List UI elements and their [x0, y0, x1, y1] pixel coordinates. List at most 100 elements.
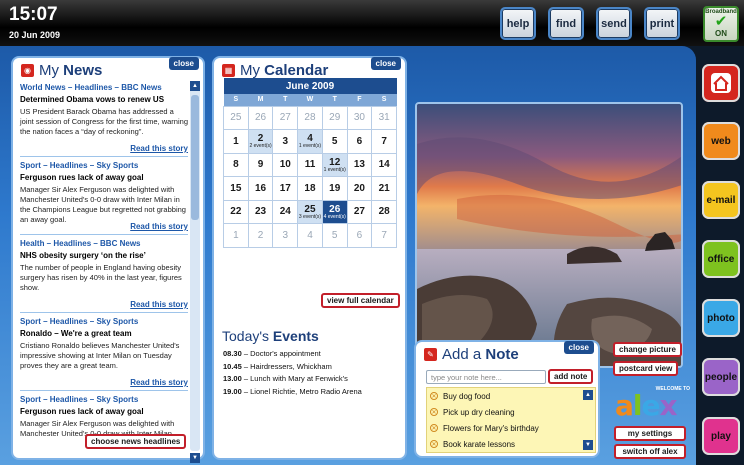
calendar-day[interactable]: 13: [346, 152, 373, 177]
news-headline[interactable]: Ferguson rues lack of away goal: [20, 407, 188, 416]
event-item[interactable]: 08.30 – Doctor's appointment: [223, 349, 398, 362]
calendar-day[interactable]: 4: [297, 223, 323, 248]
delete-note-icon[interactable]: ✕: [430, 440, 438, 448]
calendar-day[interactable]: 12 1 event(s): [321, 152, 348, 177]
play-tile[interactable]: play: [702, 417, 740, 455]
news-headline[interactable]: Determined Obama vows to renew US: [20, 95, 188, 104]
calendar-day[interactable]: 20: [346, 176, 373, 201]
view-full-calendar-button[interactable]: view full calendar: [321, 293, 400, 308]
note-item[interactable]: ✕ Book karate lessons: [427, 436, 595, 452]
calendar-day[interactable]: 28: [371, 199, 397, 224]
add-note-button[interactable]: add note: [548, 369, 594, 384]
calendar-day[interactable]: 14: [371, 152, 397, 177]
people-tile[interactable]: people: [702, 358, 740, 396]
calendar-day[interactable]: 6: [346, 129, 373, 154]
calendar-day[interactable]: 31: [371, 105, 397, 130]
news-category[interactable]: Sport – Headlines – Sky Sports: [20, 317, 188, 326]
delete-note-icon[interactable]: ✕: [430, 392, 438, 400]
calendar-day[interactable]: 7: [371, 129, 397, 154]
calendar-day[interactable]: 26: [247, 105, 274, 130]
delete-note-icon[interactable]: ✕: [430, 408, 438, 416]
send-button[interactable]: send: [596, 7, 632, 40]
calendar-week: 15 16 17 18 19 20 21: [223, 176, 397, 201]
calendar-day[interactable]: 30: [346, 105, 373, 130]
home-tile[interactable]: [702, 64, 740, 102]
calendar-day[interactable]: 2: [247, 223, 274, 248]
note-item[interactable]: ✕ Flowers for Mary's birthday: [427, 420, 595, 436]
calendar-day[interactable]: 17: [272, 176, 299, 201]
calendar-day[interactable]: 5: [321, 223, 348, 248]
calendar-day[interactable]: 1: [223, 129, 249, 154]
calendar-day[interactable]: 8: [223, 152, 249, 177]
note-item[interactable]: ✕ Buy dog food: [427, 388, 595, 404]
calendar-day[interactable]: 19: [321, 176, 348, 201]
calendar-day[interactable]: 28: [297, 105, 323, 130]
news-category[interactable]: Health – Headlines – BBC News: [20, 239, 188, 248]
choose-news-button[interactable]: choose news headlines: [85, 434, 187, 449]
photo-tile[interactable]: photo: [702, 299, 740, 337]
news-headline[interactable]: Ronaldo – We're a great team: [20, 329, 188, 338]
news-headline[interactable]: Ferguson rues lack of away goal: [20, 173, 188, 182]
calendar-day[interactable]: 9: [247, 152, 274, 177]
note-scroll-up-icon[interactable]: ▲: [583, 390, 593, 400]
news-headline[interactable]: NHS obesity surgery ‘on the rise’: [20, 251, 188, 260]
note-close-button[interactable]: close: [563, 341, 594, 354]
calendar-day[interactable]: 29: [321, 105, 348, 130]
calendar-day[interactable]: 15: [223, 176, 249, 201]
read-story-link[interactable]: Read this story: [130, 222, 188, 231]
calendar-day[interactable]: 26 4 event(s): [321, 199, 348, 224]
news-category[interactable]: Sport – Headlines – Sky Sports: [20, 395, 188, 404]
calendar-day[interactable]: 5: [321, 129, 348, 154]
help-button[interactable]: help: [500, 7, 536, 40]
calendar-day[interactable]: 27: [346, 199, 373, 224]
broadband-indicator[interactable]: Broadband ✔ ON: [703, 6, 739, 42]
read-story-link[interactable]: Read this story: [130, 378, 188, 387]
office-tile[interactable]: office: [702, 240, 740, 278]
clock-date: 20 Jun 2009: [9, 30, 61, 40]
read-story-link[interactable]: Read this story: [130, 300, 188, 309]
calendar-day[interactable]: 24: [272, 199, 299, 224]
email-tile[interactable]: e-mail: [702, 181, 740, 219]
my-settings-button[interactable]: my settings: [614, 426, 686, 441]
event-item[interactable]: 19.00 – Lionel Richtie, Metro Radio Aren…: [223, 387, 398, 400]
calendar-day[interactable]: 25: [223, 105, 249, 130]
postcard-view-button[interactable]: postcard view: [613, 361, 679, 376]
find-button[interactable]: find: [548, 7, 584, 40]
web-tile[interactable]: web: [702, 122, 740, 160]
event-item[interactable]: 10.45 – Hairdressers, Whickham: [223, 362, 398, 375]
calendar-day[interactable]: 6: [346, 223, 373, 248]
event-item[interactable]: 13.00 – Lunch with Mary at Fenwick's: [223, 374, 398, 387]
change-picture-button[interactable]: change picture: [613, 342, 682, 357]
calendar-day[interactable]: 3: [272, 223, 299, 248]
calendar-day[interactable]: 21: [371, 176, 397, 201]
calendar-day[interactable]: 27: [272, 105, 299, 130]
news-scrollbar[interactable]: ▲ ▼: [190, 81, 200, 463]
calendar-close-button[interactable]: close: [370, 57, 401, 70]
print-button[interactable]: print: [644, 7, 680, 40]
read-story-link[interactable]: Read this story: [130, 144, 188, 153]
scrollbar-thumb[interactable]: [191, 95, 199, 220]
calendar-day[interactable]: 22: [223, 199, 249, 224]
calendar-day[interactable]: 1: [223, 223, 249, 248]
scroll-up-icon[interactable]: ▲: [190, 81, 200, 91]
calendar-day[interactable]: 22 event(s): [247, 129, 274, 154]
calendar-day[interactable]: 11: [297, 152, 323, 177]
note-input[interactable]: type your note here...: [426, 370, 546, 384]
calendar-day[interactable]: 41 event(s): [297, 129, 323, 154]
calendar-day[interactable]: 10: [272, 152, 299, 177]
photo-frame[interactable]: [415, 102, 683, 368]
calendar-day[interactable]: 23: [247, 199, 274, 224]
news-close-button[interactable]: close: [168, 57, 199, 70]
calendar-day[interactable]: 25 3 event(s): [297, 199, 323, 224]
calendar-day[interactable]: 16: [247, 176, 274, 201]
note-scroll-down-icon[interactable]: ▼: [583, 440, 593, 450]
calendar-day[interactable]: 18: [297, 176, 323, 201]
switch-off-button[interactable]: switch off alex: [614, 444, 686, 459]
news-category[interactable]: World News – Headlines – BBC News: [20, 83, 188, 92]
delete-note-icon[interactable]: ✕: [430, 424, 438, 432]
scroll-down-icon[interactable]: ▼: [190, 453, 200, 463]
calendar-day[interactable]: 7: [371, 223, 397, 248]
note-item[interactable]: ✕ Pick up dry cleaning: [427, 404, 595, 420]
calendar-day[interactable]: 3: [272, 129, 299, 154]
news-category[interactable]: Sport – Headlines – Sky Sports: [20, 161, 188, 170]
